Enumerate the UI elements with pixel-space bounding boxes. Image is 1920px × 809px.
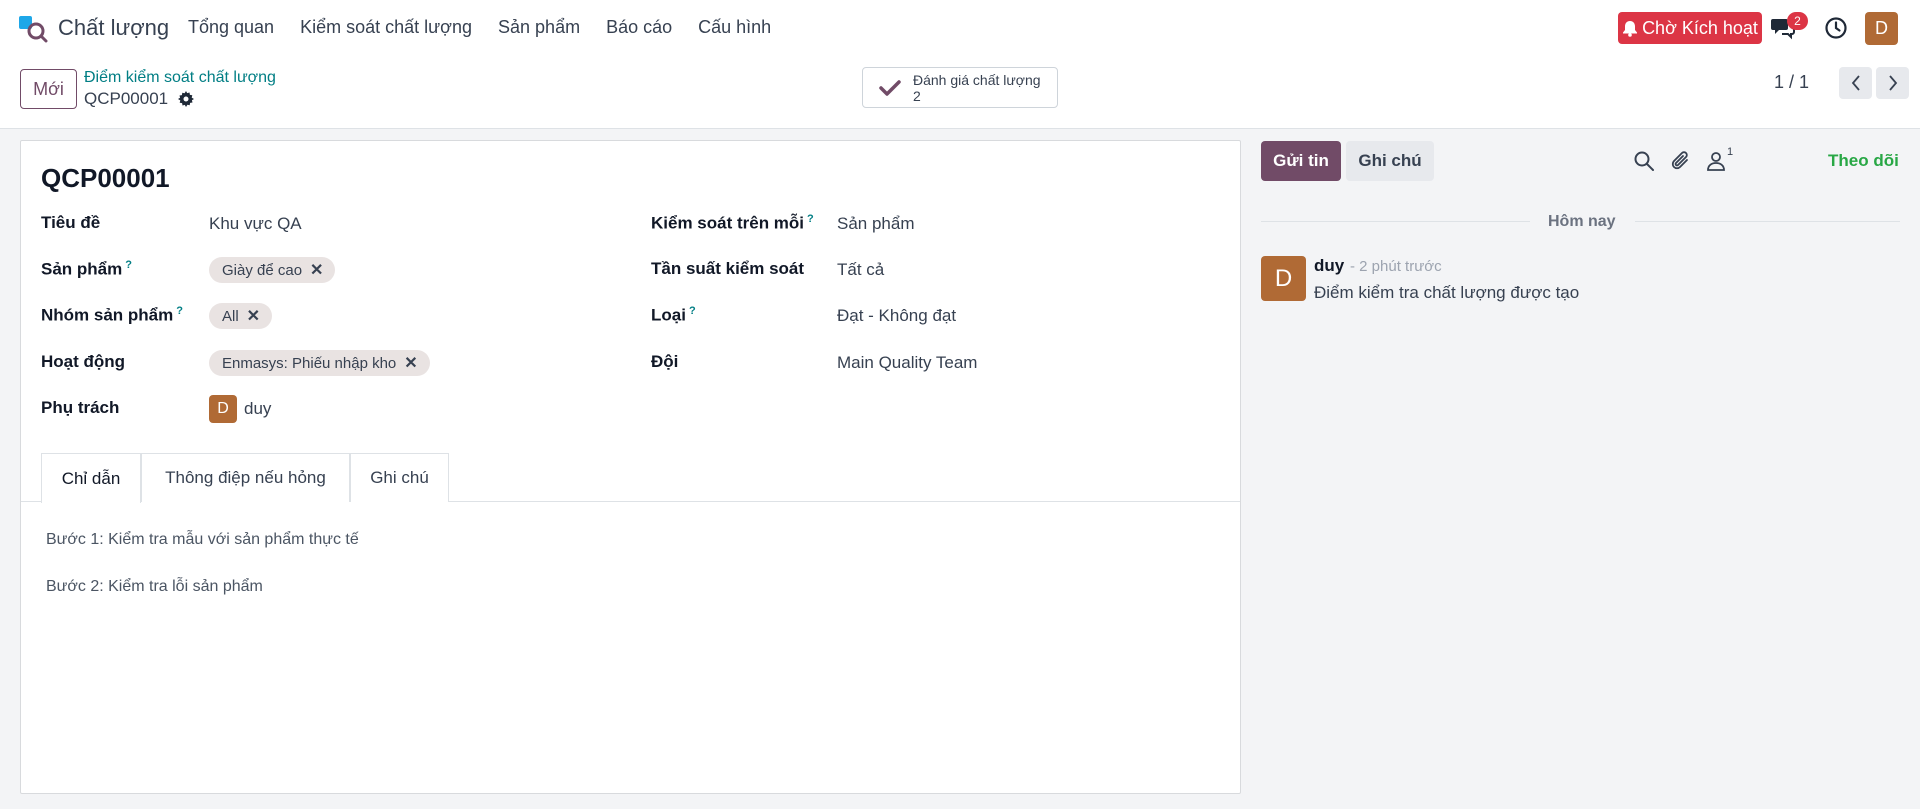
followers-user-icon[interactable] <box>1705 150 1727 172</box>
date-separator: Hôm nay <box>1548 213 1616 230</box>
product-tag: Giày để cao ✕ <box>209 257 336 283</box>
bell-icon <box>1623 20 1638 37</box>
pager-value[interactable]: 1 / 1 <box>1774 72 1809 93</box>
category-tag: All ✕ <box>209 303 273 329</box>
menu-reporting[interactable]: Báo cáo <box>606 17 672 38</box>
product-label: Sản phẩm? <box>41 259 132 279</box>
follower-count: 1 <box>1727 146 1734 158</box>
category-tag-label: All <box>222 307 239 325</box>
quality-checks-smart-button[interactable]: Đánh giá chất lượng 2 <box>862 67 1058 108</box>
user-avatar[interactable]: D <box>1865 12 1898 45</box>
activation-button[interactable]: Chờ Kích hoạt <box>1618 12 1762 44</box>
log-note-button[interactable]: Ghi chú <box>1346 141 1434 181</box>
chevron-left-icon <box>1851 75 1860 91</box>
remove-tag-icon[interactable]: ✕ <box>404 353 417 373</box>
activation-label: Chờ Kích hoạt <box>1642 17 1758 38</box>
help-icon[interactable]: ? <box>689 305 696 317</box>
main-menu: Tổng quan Kiểm soát chất lượng Sản phẩm … <box>188 17 797 38</box>
message-author-avatar[interactable]: D <box>1261 256 1306 301</box>
send-message-button[interactable]: Gửi tin <box>1261 141 1341 181</box>
message-time: - 2 phút trước <box>1350 258 1442 275</box>
follow-button[interactable]: Theo dõi <box>1828 151 1899 171</box>
menu-overview[interactable]: Tổng quan <box>188 17 274 38</box>
search-icon[interactable] <box>1633 150 1655 172</box>
check-icon <box>879 79 901 96</box>
menu-products[interactable]: Sản phẩm <box>498 17 580 38</box>
smart-button-count: 2 <box>913 87 921 104</box>
responsible-avatar: D <box>209 395 237 423</box>
top-navbar: Chất lượng Tổng quan Kiểm soát chất lượn… <box>0 0 1920 57</box>
menu-quality-control[interactable]: Kiểm soát chất lượng <box>300 17 472 38</box>
instruction-line[interactable]: Bước 2: Kiểm tra lỗi sản phẩm <box>46 578 263 596</box>
title-field[interactable]: Khu vực QA <box>209 214 302 234</box>
message-body: Điểm kiểm tra chất lượng được tạo <box>1314 283 1580 302</box>
app-name[interactable]: Chất lượng <box>58 15 169 41</box>
pager-next-button[interactable] <box>1876 67 1909 99</box>
product-category-label: Nhóm sản phẩm? <box>41 305 183 325</box>
breadcrumb-quality-points[interactable]: Điểm kiểm soát chất lượng <box>84 69 276 87</box>
help-icon[interactable]: ? <box>176 305 183 317</box>
chevron-right-icon <box>1888 75 1897 91</box>
type-field[interactable]: Đạt - Không đạt <box>837 306 956 326</box>
remove-tag-icon[interactable]: ✕ <box>247 306 260 326</box>
activity-clock-icon[interactable] <box>1824 16 1848 40</box>
date-divider-right <box>1635 221 1900 222</box>
team-field[interactable]: Main Quality Team <box>837 353 977 373</box>
title-label: Tiêu đề <box>41 213 101 232</box>
smart-button-label: Đánh giá chất lượng <box>913 71 1041 88</box>
responsible-field[interactable]: duy <box>244 399 271 419</box>
gear-icon[interactable] <box>178 91 195 107</box>
remove-tag-icon[interactable]: ✕ <box>310 260 323 280</box>
pager-previous-button[interactable] <box>1839 67 1872 99</box>
responsible-label: Phụ trách <box>41 398 120 417</box>
new-button[interactable]: Mới <box>20 69 77 109</box>
control-per-field[interactable]: Sản phẩm <box>837 214 915 234</box>
date-divider-left <box>1261 221 1530 222</box>
team-label: Đội <box>651 352 679 371</box>
control-per-label: Kiểm soát trên mỗi? <box>651 213 814 233</box>
tab-failure-message[interactable]: Thông điệp nếu hỏng <box>141 453 350 502</box>
tab-notes[interactable]: Ghi chú <box>350 453 449 502</box>
notebook-tabs: Chỉ dẫn Thông điệp nếu hỏng Ghi chú <box>21 453 1240 503</box>
operation-tag: Enmasys: Phiếu nhập kho ✕ <box>209 350 430 376</box>
breadcrumb-current: QCP00001 <box>84 89 195 109</box>
message-author[interactable]: duy <box>1314 256 1344 276</box>
record-name: QCP00001 <box>84 89 169 108</box>
product-tag-label: Giày để cao <box>222 261 303 279</box>
instruction-line[interactable]: Bước 1: Kiểm tra mẫu với sản phẩm thực t… <box>46 531 359 549</box>
form-sheet: QCP00001 Tiêu đề Khu vực QA Sản phẩm? Gi… <box>20 140 1241 794</box>
frequency-field[interactable]: Tất cả <box>837 260 884 280</box>
quality-app-logo-icon[interactable] <box>18 15 48 43</box>
help-icon[interactable]: ? <box>125 259 132 271</box>
help-icon[interactable]: ? <box>807 213 814 225</box>
tab-instructions[interactable]: Chỉ dẫn <box>41 453 141 503</box>
operation-label: Hoạt động <box>41 352 126 371</box>
operation-tag-label: Enmasys: Phiếu nhập kho <box>222 354 397 372</box>
control-panel: Mới Điểm kiểm soát chất lượng QCP00001 Đ… <box>0 57 1920 129</box>
menu-configuration[interactable]: Cấu hình <box>698 17 771 38</box>
type-label: Loại? <box>651 305 696 325</box>
frequency-label: Tần suất kiểm soát <box>651 259 805 278</box>
paperclip-icon[interactable] <box>1670 150 1692 172</box>
record-title[interactable]: QCP00001 <box>41 163 170 194</box>
messages-count-badge: 2 <box>1787 12 1808 30</box>
